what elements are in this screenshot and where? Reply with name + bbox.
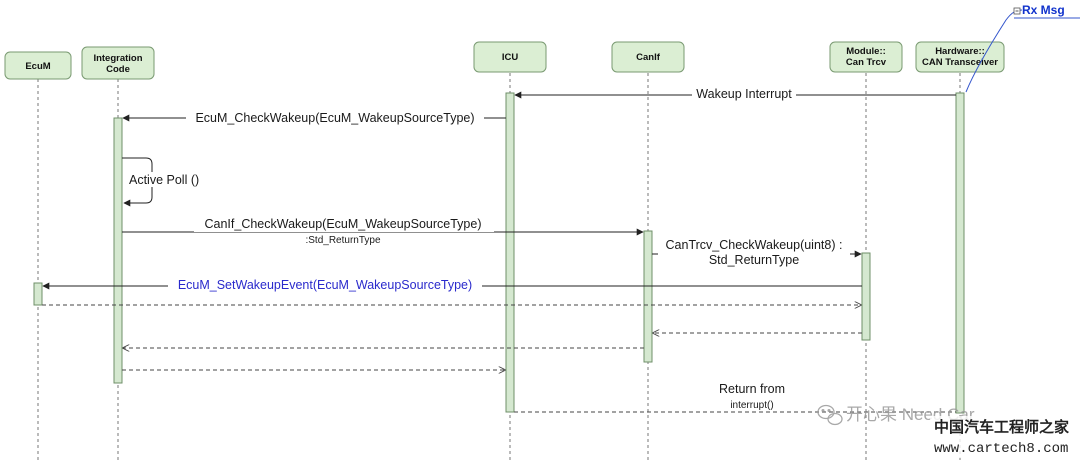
message-cantrcv-check-wakeup-label: CanTrcv_CheckWakeup(uint8) :	[666, 238, 843, 252]
message-ecum-set-wakeup-event-label: EcuM_SetWakeupEvent(EcuM_WakeupSourceTyp…	[178, 278, 472, 292]
activation-icu	[505, 92, 515, 413]
message-canif-check-wakeup[interactable]: CanIf_CheckWakeup(EcuM_WakeupSourceType)…	[122, 217, 644, 246]
participant-hw-label-2: CAN Transceiver	[922, 57, 998, 68]
participant-ecum-label: EcuM	[25, 61, 50, 72]
participant-trcv-label-2: Can Trcv	[846, 57, 887, 68]
lifelines	[37, 73, 961, 462]
message-return-from-interrupt: Return from interrupt()	[719, 382, 785, 411]
message-ecum-check-wakeup-label: EcuM_CheckWakeup(EcuM_WakeupSourceType)	[195, 111, 474, 125]
message-active-poll[interactable]: Active Poll ()	[122, 157, 214, 207]
participant-icu[interactable]: ICU	[473, 41, 547, 73]
participant-integration[interactable]: Integration Code	[81, 46, 155, 80]
message-cantrcv-check-wakeup-sublabel: Std_ReturnType	[709, 253, 799, 267]
site-name: 中国汽车工程师之家	[934, 418, 1069, 436]
message-cantrcv-check-wakeup[interactable]: CanTrcv_CheckWakeup(uint8) : Std_ReturnT…	[652, 237, 862, 267]
site-url: www.cartech8.com	[934, 441, 1068, 457]
message-return-from-interrupt-label: Return from	[719, 382, 785, 396]
activation-integration	[113, 117, 123, 384]
participant-canif[interactable]: CanIf	[611, 41, 685, 73]
participant-ecum[interactable]: EcuM	[4, 51, 72, 80]
message-wakeup-interrupt-label: Wakeup Interrupt	[696, 87, 792, 101]
participant-trcv-label-1: Module::	[846, 46, 886, 57]
participant-integration-label-1: Integration	[93, 53, 142, 64]
rx-msg-label: Rx Msg	[1022, 3, 1065, 17]
sequence-diagram: EcuM Integration Code ICU CanIf Module::…	[4, 3, 1080, 462]
participant-canif-label: CanIf	[636, 52, 661, 63]
message-ecum-check-wakeup[interactable]: EcuM_CheckWakeup(EcuM_WakeupSourceType)	[122, 110, 506, 125]
collapse-box-icon[interactable]	[1013, 7, 1021, 15]
activation-ecum	[33, 282, 43, 306]
activation-trcv	[861, 252, 871, 341]
participant-integration-label-2: Code	[106, 64, 130, 75]
participant-hw-label-1: Hardware::	[935, 46, 985, 57]
message-active-poll-label: Active Poll ()	[129, 173, 199, 187]
returns	[42, 305, 956, 413]
message-return-from-interrupt-sublabel: interrupt()	[730, 400, 773, 411]
participant-icu-label: ICU	[502, 52, 519, 63]
message-canif-check-wakeup-label: CanIf_CheckWakeup(EcuM_WakeupSourceType)	[205, 217, 482, 231]
participant-trcv[interactable]: Module:: Can Trcv	[829, 41, 903, 73]
activation-canif	[643, 230, 653, 363]
participant-hw[interactable]: Hardware:: CAN Transceiver	[915, 41, 1005, 73]
message-wakeup-interrupt[interactable]: Wakeup Interrupt	[514, 86, 956, 101]
message-ecum-set-wakeup-event[interactable]: EcuM_SetWakeupEvent(EcuM_WakeupSourceTyp…	[42, 277, 862, 292]
wechat-icon	[817, 404, 843, 426]
message-canif-check-wakeup-sublabel: :Std_ReturnType	[305, 235, 380, 246]
activation-hw	[955, 92, 965, 414]
